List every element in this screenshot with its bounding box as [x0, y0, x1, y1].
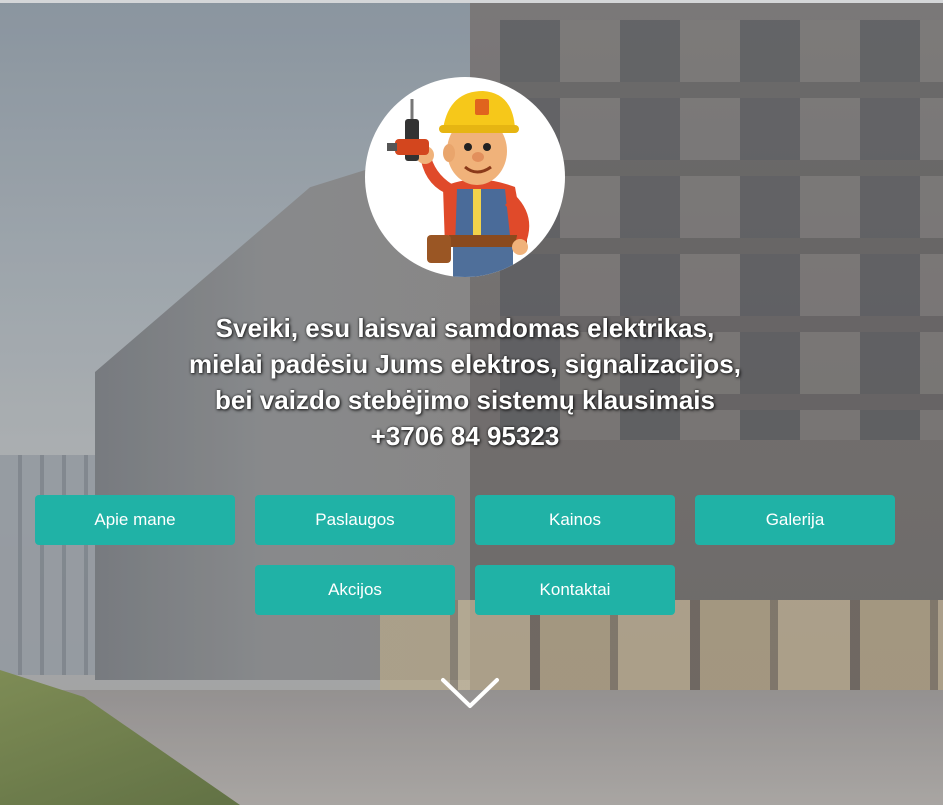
avatar [365, 77, 565, 277]
about-button[interactable]: Apie mane [35, 495, 235, 545]
phone-number: +3706 84 95323 [370, 421, 560, 451]
prices-button[interactable]: Kainos [475, 495, 675, 545]
top-border [0, 0, 943, 3]
builder-avatar-icon [387, 91, 530, 277]
contacts-button[interactable]: Kontaktai [475, 565, 675, 615]
scroll-down-button[interactable] [437, 670, 503, 716]
intro-line-1: Sveiki, esu laisvai samdomas elektrikas, [215, 313, 715, 343]
chevron-down-icon [441, 678, 499, 708]
promotions-button[interactable]: Akcijos [255, 565, 455, 615]
services-button[interactable]: Paslaugos [255, 495, 455, 545]
intro-text: Sveiki, esu laisvai samdomas elektrikas,… [0, 310, 930, 454]
gallery-button[interactable]: Galerija [695, 495, 895, 545]
intro-line-3: bei vaizdo stebėjimo sistemų klausimais [215, 385, 715, 415]
intro-line-2: mielai padėsiu Jums elektros, signalizac… [188, 349, 741, 379]
